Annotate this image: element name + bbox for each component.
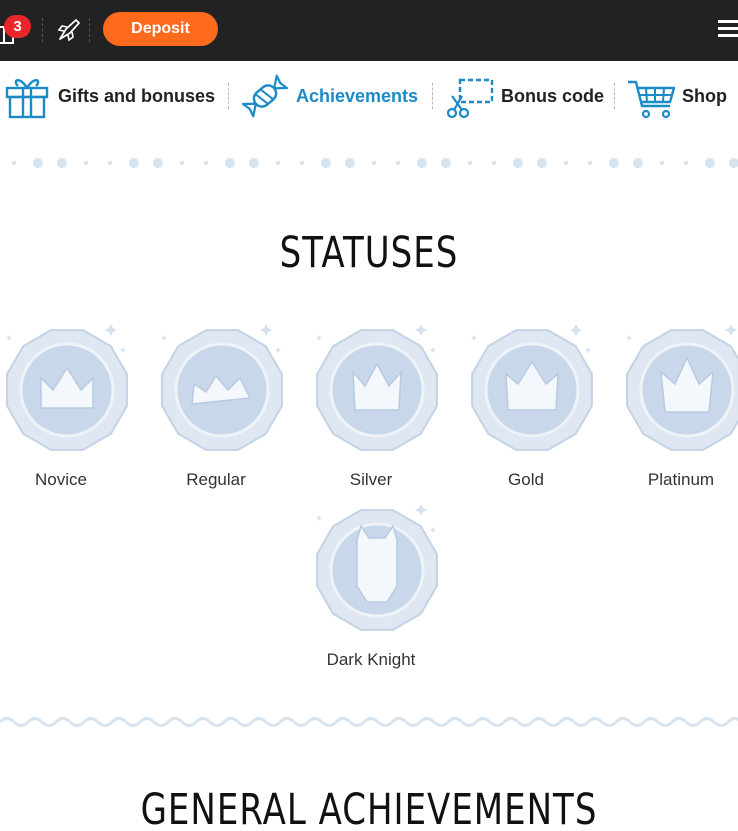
wave-divider — [0, 717, 738, 727]
status-name: Novice — [35, 470, 87, 489]
statuses-heading: STATUSES — [279, 228, 459, 278]
gift-icon — [5, 79, 49, 119]
status-item[interactable]: Regular — [141, 318, 291, 490]
divider — [89, 18, 90, 42]
status-name: Gold — [508, 470, 544, 489]
notification-badge[interactable]: 3 — [4, 15, 31, 38]
hamburger-menu-icon[interactable] — [718, 20, 738, 38]
divider — [614, 83, 615, 109]
divider — [42, 18, 43, 42]
status-item[interactable]: Silver — [296, 318, 446, 490]
knight-helmet-medal-icon — [316, 504, 438, 631]
candy-icon — [241, 74, 289, 118]
divider — [432, 83, 433, 109]
rocket-icon[interactable] — [56, 17, 82, 43]
tab-gifts-and-bonuses[interactable]: Gifts and bonuses — [4, 61, 215, 131]
tab-shop[interactable]: Shop — [626, 61, 727, 131]
dotted-divider — [12, 158, 738, 168]
tab-label: Bonus code — [501, 85, 605, 106]
tab-label: Gifts and bonuses — [58, 85, 216, 106]
status-name: Silver — [349, 470, 393, 489]
status-item[interactable]: Dark Knight — [296, 498, 446, 670]
status-name: Platinum — [647, 470, 715, 489]
tab-achievements[interactable]: Achievements — [240, 61, 418, 131]
crown-medal-icon — [161, 324, 283, 451]
crown-medal-icon — [6, 324, 128, 451]
cart-icon — [628, 80, 676, 119]
scissors-coupon-icon — [446, 78, 494, 119]
status-item[interactable]: Novice — [0, 318, 136, 490]
top-bar: 3 Deposit — [0, 0, 738, 61]
tab-label: Achievements — [296, 85, 419, 106]
divider — [228, 83, 229, 109]
status-item[interactable]: Platinum — [606, 318, 738, 490]
tab-label: Shop — [682, 85, 727, 106]
crown-medal-icon — [626, 324, 738, 451]
status-item[interactable]: Gold — [451, 318, 601, 490]
crown-medal-icon — [471, 324, 593, 451]
tab-bar: Gifts and bonuses Achievements Bonus cod… — [0, 61, 738, 131]
deposit-button[interactable]: Deposit — [103, 12, 218, 46]
crown-medal-icon — [316, 324, 438, 451]
status-name: Dark Knight — [326, 650, 416, 669]
status-name: Regular — [186, 470, 246, 489]
general-achievements-heading: GENERAL ACHIEVEMENTS — [140, 785, 598, 831]
tab-bonus-code[interactable]: Bonus code — [444, 61, 604, 131]
